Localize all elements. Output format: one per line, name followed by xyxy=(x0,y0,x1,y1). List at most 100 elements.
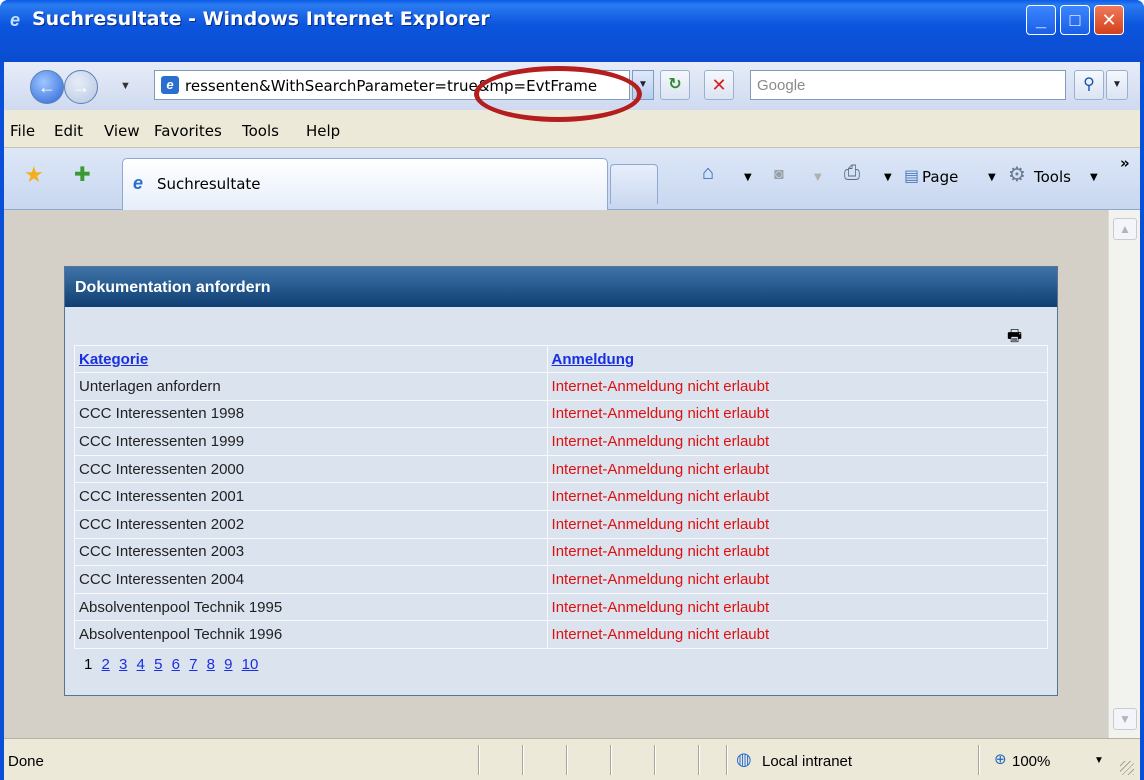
chevron-more-icon[interactable]: » xyxy=(1120,154,1130,172)
refresh-button[interactable]: ↻ xyxy=(660,70,690,100)
star-icon[interactable]: ★ xyxy=(24,162,44,188)
column-header-anmeldung[interactable]: Anmeldung xyxy=(546,345,1049,373)
scroll-down-button[interactable]: ▼ xyxy=(1113,708,1137,730)
page-link-5[interactable]: 5 xyxy=(154,656,162,673)
intranet-icon: ◍ xyxy=(736,749,752,769)
page-link-4[interactable]: 4 xyxy=(137,656,145,673)
page-link-10[interactable]: 10 xyxy=(242,656,259,673)
table-row: Absolventenpool Technik 1995 Internet-Anm… xyxy=(74,592,1049,622)
menu-help[interactable]: Help xyxy=(306,122,340,140)
zoom-dropdown[interactable]: ▼ xyxy=(1094,755,1104,766)
close-button[interactable]: ✕ xyxy=(1094,5,1124,35)
page-icon: ▤ xyxy=(904,168,920,185)
page-menu[interactable]: Page xyxy=(922,168,958,186)
menu-edit[interactable]: Edit xyxy=(54,122,83,140)
page-link-9[interactable]: 9 xyxy=(224,656,232,673)
feed-icon[interactable]: ◙ xyxy=(774,166,784,184)
search-button[interactable]: ⚲ xyxy=(1074,70,1104,100)
table-row: Absolventenpool Technik 1996 Internet-Anm… xyxy=(74,620,1049,649)
panel-title: Dokumentation anfordern xyxy=(75,279,271,296)
vertical-scrollbar[interactable]: ▲ ▼ xyxy=(1108,210,1140,738)
kategorie-cell: CCC Interessenten 2001 xyxy=(74,482,548,511)
back-arrow-icon: ← xyxy=(38,77,56,97)
results-table: Kategorie Anmeldung Unterlagen anfordern… xyxy=(74,345,1049,649)
menu-tools[interactable]: Tools xyxy=(242,122,279,140)
new-tab-button[interactable] xyxy=(610,164,658,204)
resize-grip[interactable] xyxy=(1120,761,1134,775)
history-dropdown[interactable]: ▼ xyxy=(120,80,131,92)
table-row: CCC Interessenten 2003 Internet-Anmeldung… xyxy=(74,537,1049,567)
anmeldung-cell: Internet-Anmeldung nicht erlaubt xyxy=(546,399,1049,429)
search-icon: ⚲ xyxy=(1083,76,1095,93)
tools-dropdown[interactable]: ▼ xyxy=(1090,172,1098,183)
anmeldung-cell: Internet-Anmeldung nicht erlaubt xyxy=(546,620,1049,649)
status-divider xyxy=(698,745,700,775)
page-link-3[interactable]: 3 xyxy=(119,656,127,673)
print-dropdown[interactable]: ▼ xyxy=(884,172,892,183)
page-link-7[interactable]: 7 xyxy=(189,656,197,673)
status-divider xyxy=(726,745,728,775)
tab-label: Suchresultate xyxy=(157,175,261,193)
page-current: 1 xyxy=(84,656,93,673)
menu-view[interactable]: View xyxy=(104,122,140,140)
status-divider xyxy=(478,745,480,775)
page-link-8[interactable]: 8 xyxy=(207,656,215,673)
anmeldung-cell: Internet-Anmeldung nicht erlaubt xyxy=(546,482,1049,511)
menu-file[interactable]: File xyxy=(10,122,35,140)
forward-button[interactable]: → xyxy=(64,70,98,104)
table-row: CCC Interessenten 2002 Internet-Anmeldung… xyxy=(74,509,1049,539)
kategorie-cell: CCC Interessenten 2000 xyxy=(74,454,548,484)
page-dropdown[interactable]: ▼ xyxy=(988,172,996,183)
table-row: CCC Interessenten 2004 Internet-Anmeldung… xyxy=(74,565,1049,594)
window-title: Suchresultate - Windows Internet Explore… xyxy=(32,8,490,30)
annotation-highlight-ellipse xyxy=(474,66,642,122)
status-divider xyxy=(610,745,612,775)
title-bar: e Suchresultate - Windows Internet Explo… xyxy=(0,0,1144,62)
search-placeholder: Google xyxy=(757,77,806,94)
status-bar: Done ◍ Local intranet ⊕ 100% ▼ xyxy=(4,738,1140,780)
search-options-dropdown[interactable]: ▼ xyxy=(1106,70,1128,100)
stop-button[interactable]: ✕ xyxy=(704,70,734,100)
kategorie-cell: Absolventenpool Technik 1995 xyxy=(74,592,548,622)
printer-icon[interactable]: ⎙ xyxy=(844,162,860,185)
table-row: CCC Interessenten 2000 Internet-Anmeldung… xyxy=(74,454,1049,484)
anmeldung-cell: Internet-Anmeldung nicht erlaubt xyxy=(546,372,1049,401)
tools-menu[interactable]: Tools xyxy=(1034,168,1071,186)
kategorie-cell: CCC Interessenten 1998 xyxy=(74,399,548,429)
table-row: CCC Interessenten 1999 Internet-Anmeldung… xyxy=(74,427,1049,456)
home-dropdown[interactable]: ▼ xyxy=(744,172,752,183)
page-link-6[interactable]: 6 xyxy=(172,656,180,673)
search-input[interactable]: Google xyxy=(750,70,1066,100)
status-divider xyxy=(522,745,524,775)
scroll-up-button[interactable]: ▲ xyxy=(1113,218,1137,240)
gear-icon: ⚙ xyxy=(1008,164,1026,186)
home-icon[interactable]: ⌂ xyxy=(702,162,714,185)
stop-icon: ✕ xyxy=(711,75,727,95)
kategorie-cell: Unterlagen anfordern xyxy=(74,372,548,401)
table-row: CCC Interessenten 2001 Internet-Anmeldung… xyxy=(74,482,1049,511)
status-divider xyxy=(978,745,980,775)
forward-arrow-icon: → xyxy=(72,77,90,97)
add-favorite-icon[interactable]: ✚ xyxy=(74,162,91,187)
refresh-icon: ↻ xyxy=(668,76,682,93)
kategorie-cell: CCC Interessenten 2003 xyxy=(74,537,548,567)
column-header-kategorie[interactable]: Kategorie xyxy=(74,345,548,373)
minimize-button[interactable]: _ xyxy=(1026,5,1056,35)
browser-window: e Suchresultate - Windows Internet Explo… xyxy=(0,0,1144,780)
security-zone[interactable]: Local intranet xyxy=(762,753,852,770)
anmeldung-cell: Internet-Anmeldung nicht erlaubt xyxy=(546,592,1049,622)
anmeldung-cell: Internet-Anmeldung nicht erlaubt xyxy=(546,427,1049,456)
anmeldung-cell: Internet-Anmeldung nicht erlaubt xyxy=(546,509,1049,539)
tab-suchresultate[interactable]: e Suchresultate xyxy=(122,158,608,210)
status-text: Done xyxy=(8,753,44,770)
back-button[interactable]: ← xyxy=(30,70,64,104)
kategorie-cell: CCC Interessenten 2002 xyxy=(74,509,548,539)
kategorie-cell: CCC Interessenten 2004 xyxy=(74,565,548,594)
feed-dropdown: ▼ xyxy=(814,172,822,183)
maximize-button[interactable]: □ xyxy=(1060,5,1090,35)
anmeldung-cell: Internet-Anmeldung nicht erlaubt xyxy=(546,565,1049,594)
kategorie-cell: Absolventenpool Technik 1996 xyxy=(74,620,548,649)
menu-favorites[interactable]: Favorites xyxy=(154,122,222,140)
page-link-2[interactable]: 2 xyxy=(102,656,110,673)
zoom-level[interactable]: 100% xyxy=(1012,753,1050,770)
